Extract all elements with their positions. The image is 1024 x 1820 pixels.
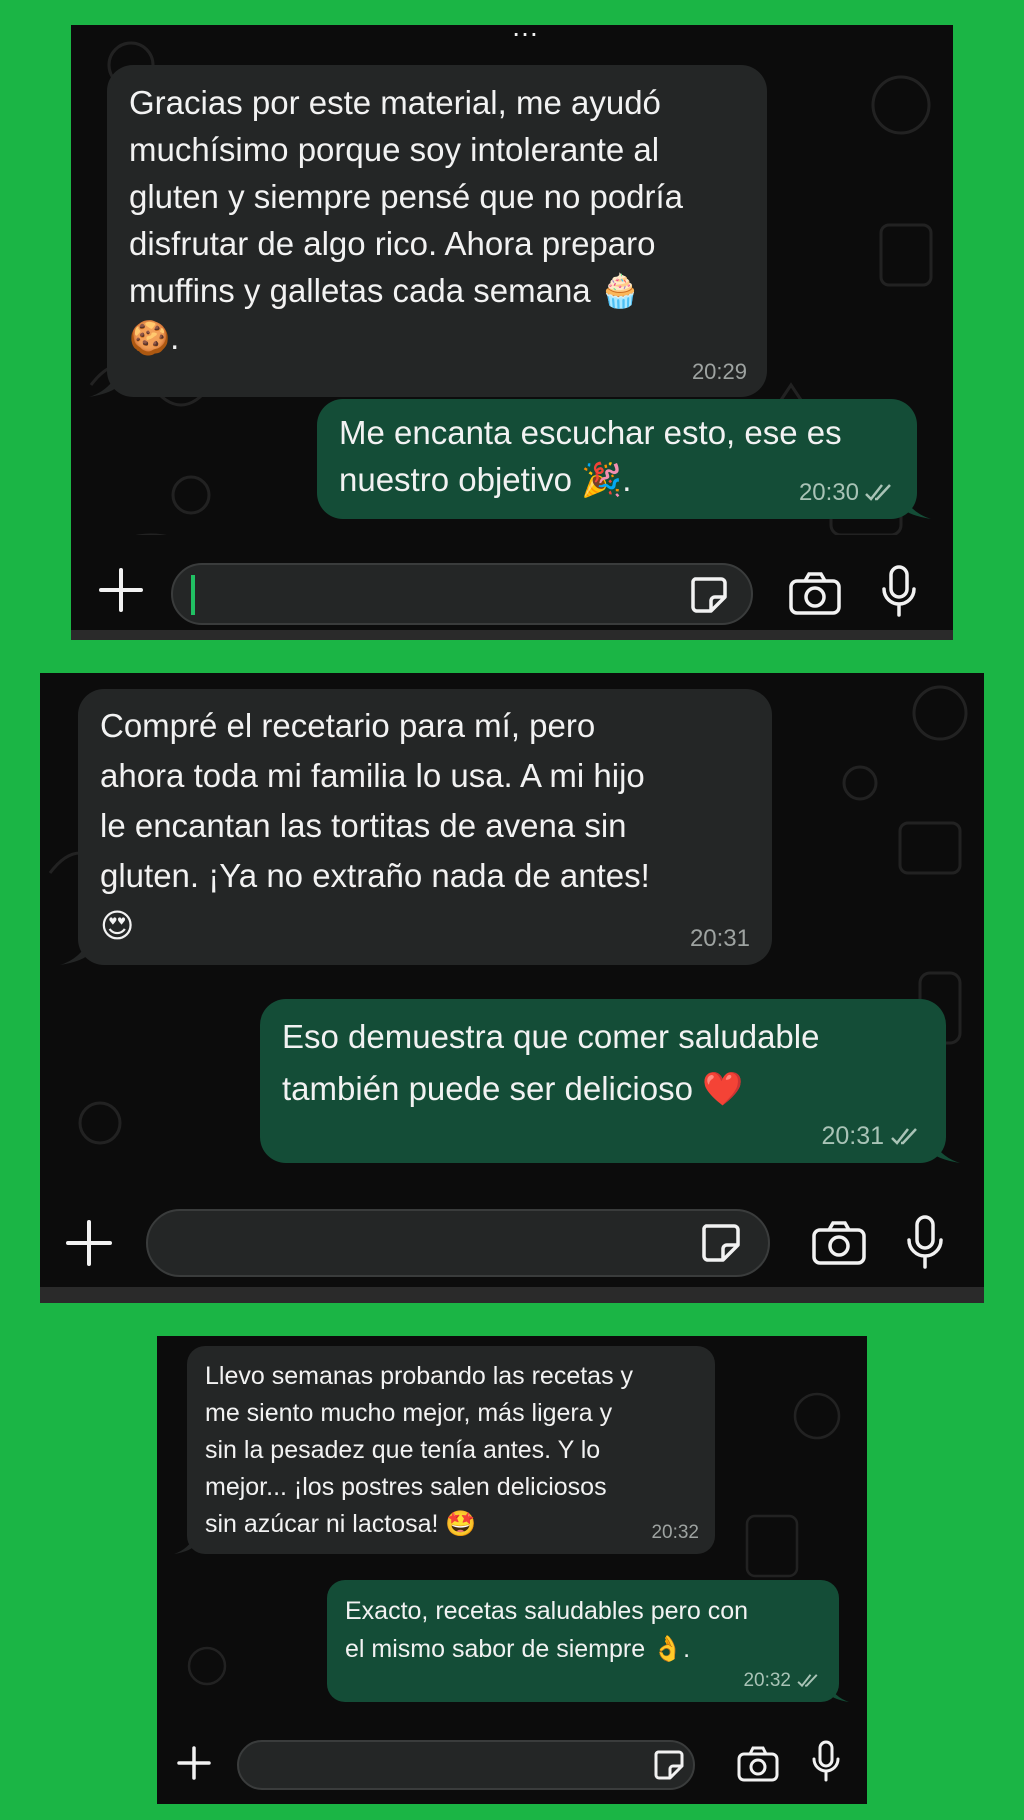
composer-bar (71, 535, 953, 640)
message-text: Eso demuestra que comer saludable tambié… (282, 1018, 820, 1107)
bubble-tail-outgoing (901, 493, 931, 519)
plus-icon[interactable] (177, 1746, 211, 1780)
sticker-icon[interactable] (689, 575, 729, 615)
message-input[interactable] (237, 1740, 695, 1790)
chat-screenshot-2: Compré el recetario para mí, pero ahora … (40, 673, 984, 1303)
composer-bar (40, 1183, 984, 1303)
sticker-icon[interactable] (653, 1749, 685, 1781)
message-text: Gracias por este material, me ayudó much… (129, 84, 684, 356)
bubble-tail-incoming (60, 939, 90, 965)
bubble-tail-incoming (174, 1534, 196, 1554)
composer-bar (157, 1716, 867, 1804)
microphone-icon[interactable] (906, 1215, 944, 1269)
microphone-icon[interactable] (881, 565, 917, 617)
message-time: 20:30 (798, 479, 859, 506)
chat-screenshot-3: Llevo semanas probando las recetas y me … (157, 1336, 867, 1804)
bubble-tail-incoming (89, 371, 119, 397)
message-text: Exacto, recetas saludables pero con el m… (345, 1597, 749, 1663)
double-check-icon (865, 484, 891, 501)
double-check-icon (797, 1674, 818, 1688)
bubble-tail-outgoing (930, 1137, 960, 1163)
plus-icon[interactable] (99, 568, 143, 612)
message-meta: 20:31 (821, 1122, 922, 1151)
divider (71, 630, 953, 640)
text-caret (191, 575, 195, 615)
message-time: 20:29 (691, 359, 747, 384)
outgoing-message[interactable]: Me encanta escuchar esto, ese es nuestro… (317, 399, 917, 519)
plus-icon[interactable] (66, 1220, 112, 1266)
chat-screenshot-1: … Gracias por este material, me ayudó mu… (71, 25, 953, 640)
sticker-icon[interactable] (700, 1222, 742, 1264)
message-input[interactable] (171, 563, 753, 625)
camera-icon[interactable] (812, 1219, 866, 1265)
message-time: 20:31 (689, 925, 750, 952)
truncated-text: … (511, 25, 539, 42)
message-text: Llevo semanas probando las recetas y me … (205, 1362, 634, 1538)
message-text: Compré el recetario para mí, pero ahora … (100, 707, 650, 944)
camera-icon[interactable] (789, 571, 841, 615)
double-check-icon (891, 1127, 917, 1145)
bubble-tail-outgoing (827, 1682, 849, 1702)
message-time: 20:32 (651, 1522, 699, 1543)
incoming-message[interactable]: Gracias por este material, me ayudó much… (107, 65, 767, 397)
incoming-message[interactable]: Compré el recetario para mí, pero ahora … (78, 689, 772, 965)
incoming-message[interactable]: Llevo semanas probando las recetas y me … (187, 1346, 715, 1554)
message-meta: 20:30 (799, 479, 895, 507)
message-time: 20:32 (743, 1670, 791, 1691)
message-time: 20:31 (821, 1122, 884, 1150)
outgoing-message[interactable]: Eso demuestra que comer saludable tambié… (260, 999, 946, 1163)
divider (40, 1287, 984, 1303)
message-meta: 20:32 (743, 1670, 821, 1692)
microphone-icon[interactable] (811, 1740, 841, 1782)
outgoing-message[interactable]: Exacto, recetas saludables pero con el m… (327, 1580, 839, 1702)
camera-icon[interactable] (737, 1746, 779, 1782)
message-input[interactable] (146, 1209, 770, 1277)
